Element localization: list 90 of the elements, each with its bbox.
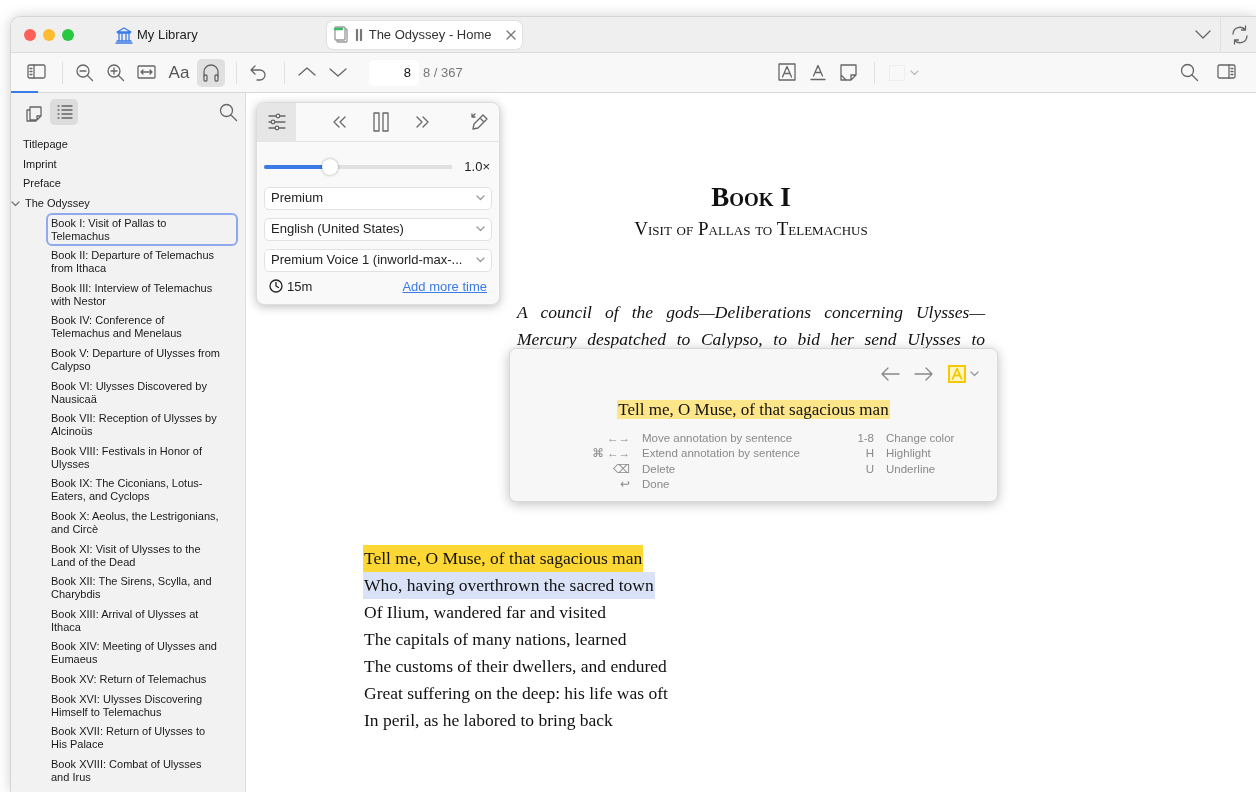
toc-item[interactable]: Book X: Aeolus, the Lestrigonians, and Circè [46,506,238,540]
shortcut-key: ⌫ [510,461,630,477]
shortcut-label: Move annotation by sentence [642,430,794,446]
shortcut-key: ←→ [510,430,630,446]
chevron-down-icon [476,257,485,263]
toc-item[interactable]: Book XIV: Meeting of Ulysses and Eumaeus [46,637,238,670]
library-icon[interactable] [115,25,133,44]
shortcut-label: Underline [886,461,937,477]
pen-icon[interactable] [469,112,489,132]
speed-value: 1.0× [464,158,490,176]
time-left: 15m [287,277,313,296]
toc-item[interactable]: Preface [18,174,77,194]
dropdown[interactable]: Premium [264,186,492,210]
shortcut-label: Delete [642,461,677,477]
refresh-icon[interactable] [1230,24,1250,45]
toc-item[interactable]: Book VII: Reception of Ulysses by Alcinoüs [46,408,238,442]
book-icon [332,26,349,43]
settings-button[interactable] [257,103,296,142]
highlight-icon[interactable] [777,62,796,83]
shortcut-key: ⌘ ←→ [510,446,630,462]
toc-item[interactable]: Book XII: The Sirens, Scylla, and Charybdis [46,571,238,605]
add-time-link[interactable]: Add more time [402,276,487,296]
poem-line: Of Ilium, wandered far and visited [363,600,607,624]
toc-item[interactable]: Book V: Departure of Ulysses from Calypso [46,343,238,377]
audio-button[interactable] [197,58,225,87]
close-button[interactable] [24,28,36,41]
toc-item[interactable]: Book XVIII: Combat of Ulysses and Irus [46,754,238,788]
dropdown-value: English (United States) [271,220,404,239]
shortcut-key: H [844,446,874,462]
shortcut-label: Highlight [886,446,932,461]
shortcut-label: Done [642,477,671,492]
dropdown[interactable]: English (United States) [264,217,492,241]
toc-item[interactable]: Book III: Interview of Telemachus with Nestor [46,278,238,312]
clock-icon [269,279,283,294]
toc-item[interactable]: Book I: Visit of Pallas to Telemachus [46,213,238,246]
toc-item[interactable]: Book XVII: Return of Ulysses to His Palace [46,721,238,755]
toc-item[interactable]: Book VIII: Festivals in Honor of Ulysses [46,441,238,475]
search-icon[interactable] [1180,62,1200,83]
dropdown-value: Premium [271,189,323,208]
chapter-subtitle: Visit of Pallas to Telemachus [634,217,868,242]
toc-item[interactable]: Book XI: Visit of Ulysses to the Land of the Dead [46,539,238,572]
slider-thumb[interactable] [321,158,338,175]
chapter-summary: A council of the gods—Deliberations concerning Ulysses—Mercury despatched to Calypso, to bid her send Ulysses to [517,300,985,351]
headphones-icon [201,62,221,83]
toc-item[interactable]: Book XIII: Arrival of Ulysses at Ithaca [46,604,238,638]
toc-item[interactable]: Imprint [18,154,73,175]
shortcut-key: ↩ [510,477,630,493]
poem-line: In peril, as he labored to bring back [363,708,614,732]
dropdown-value: Premium Voice 1 (inworld-max-... [271,251,463,270]
arrow-left-icon[interactable] [880,365,900,383]
toc-item[interactable]: Titlepage [18,135,84,155]
pause-icon[interactable] [373,112,389,132]
tab-title: The Odyssey - Home [368,25,492,44]
shortcut-label: Change color [886,430,956,446]
toc-item[interactable]: Book II: Departure of Telemachus from Ithaca [46,245,238,279]
close-icon[interactable] [505,29,516,40]
toc-item[interactable]: Book IV: Conference of Telemachus and Menelaus [46,311,238,344]
toc-item[interactable]: Book XVI: Ulysses Discovering Himself to Telemachus [46,689,238,722]
note-icon[interactable] [839,62,859,83]
shortcut-label: Extend annotation by sentence [642,446,801,461]
chevron-down-icon[interactable] [970,371,979,377]
document-tab[interactable]: The Odyssey - Home [326,20,522,49]
page-field[interactable]: 8 [369,59,419,86]
font-button[interactable]: Aa [164,58,194,87]
library-tab[interactable]: My Library [137,24,198,45]
toc-item[interactable]: Book IX: The Ciconians, Lotus-Eaters, and Cyclops [46,474,238,507]
sliders-icon [266,112,287,132]
dropdown[interactable]: Premium Voice 1 (inworld-max-... [264,248,492,272]
shortcut-key: U [844,461,874,477]
page-count: 8 / 367 [423,63,463,82]
pause-icon[interactable] [354,28,363,41]
contents-tab[interactable] [50,99,78,125]
chevron-down-icon [476,195,485,201]
highlight-color-icon[interactable] [948,365,966,383]
chevron-down-icon [476,226,485,232]
chevron-down-icon[interactable] [11,199,20,209]
shortcut-key: 1-8 [844,430,874,446]
search-icon[interactable] [219,102,238,122]
poem-line: The customs of their dwellers, and endured [363,654,668,678]
toc-item[interactable]: Book XV: Return of Telemachus [46,669,238,690]
underline-icon[interactable] [808,62,827,83]
poem-line: Great suffering on the deep: his life was oft [363,681,669,705]
zoom-in-icon[interactable] [106,62,126,83]
chapter-title: Book I [711,181,791,214]
toc-item[interactable]: The Odyssey [20,193,106,214]
poem-line: The capitals of many nations, learned [363,627,628,651]
highlighted-quote: Tell me, O Muse, of that sagacious man [617,400,890,419]
toc-item[interactable]: Book VI: Ulysses Discovered by Nausicaä [46,376,238,409]
zoom-out-icon[interactable] [75,62,95,83]
arrow-right-icon[interactable] [914,365,934,383]
